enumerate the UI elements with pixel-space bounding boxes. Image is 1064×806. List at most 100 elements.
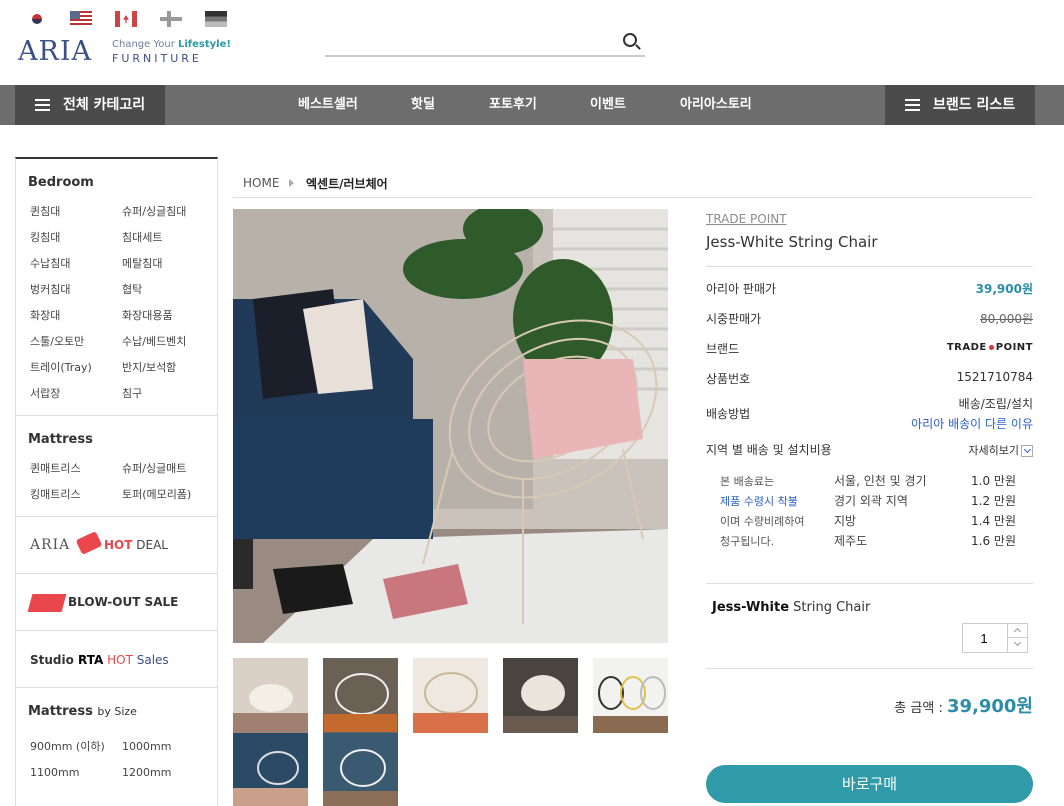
- fee-note: 이며 수량비례하여: [720, 515, 805, 528]
- sidebar-size-item[interactable]: 1200mm: [122, 760, 214, 786]
- total-price: 39,900원: [946, 696, 1033, 717]
- product-thumbnail[interactable]: [233, 658, 308, 733]
- category-sidebar: Bedroom 퀸침대 슈퍼/싱글침대 킹침대 침대세트 수납침대 메탈침대 벙커침대 협탁 화…: [15, 157, 218, 806]
- bedroom-title: Bedroom: [28, 175, 94, 190]
- sale-price: 39,900원: [975, 282, 1033, 296]
- sidebar-bedroom-item[interactable]: 반지/보석함: [122, 355, 214, 381]
- price-tag-icon: [27, 594, 67, 612]
- product-thumbnail[interactable]: [323, 733, 398, 806]
- delivery-label: 배송방법: [706, 407, 751, 421]
- brand-label: 브랜드: [706, 342, 740, 356]
- trade-point-logo[interactable]: TRADE POINT: [947, 342, 1033, 353]
- product-thumbnail-selected[interactable]: [323, 658, 398, 733]
- bedroom-list: 퀸침대 슈퍼/싱글침대 킹침대 침대세트 수납침대 메탈침대 벙커침대 협탁 화장대 화장대용품 스…: [16, 199, 217, 415]
- sidebar-bedroom-item[interactable]: 침대세트: [122, 225, 214, 251]
- sidebar-size-item[interactable]: 900mm (이하): [30, 734, 122, 760]
- product-thumbnail[interactable]: [593, 658, 668, 733]
- brand-list-button[interactable]: 브랜드 리스트: [885, 85, 1035, 125]
- size-list: 900mm (이하) 1000mm 1100mm 1200mm: [16, 734, 217, 794]
- sale-tag-icon: [75, 531, 103, 555]
- germany-flag-icon[interactable]: [205, 11, 227, 27]
- hamburger-menu-icon: [35, 99, 50, 111]
- product-thumbnail[interactable]: [233, 733, 308, 806]
- all-category-label: 전체 카테고리: [63, 97, 146, 113]
- product-code: 1521710784: [956, 370, 1033, 384]
- sidebar-bedroom-item[interactable]: 서랍장: [30, 381, 122, 407]
- fee-area: 제주도: [834, 534, 868, 548]
- sale-price-label: 아리아 판매가: [706, 282, 777, 296]
- quantity-stepper: [962, 623, 1028, 653]
- sidebar-size-item[interactable]: 1000mm: [122, 734, 214, 760]
- search-input[interactable]: [325, 27, 605, 55]
- studio-rta-banner[interactable]: Studio RTA HOT Sales: [16, 631, 217, 688]
- canada-flag-icon[interactable]: [115, 11, 137, 27]
- brand-list-label: 브랜드 리스트: [933, 97, 1016, 113]
- sidebar-bedroom-item[interactable]: 수납침대: [30, 251, 122, 277]
- nav-hotdeal[interactable]: 핫딜: [411, 85, 435, 125]
- sidebar-bedroom-item[interactable]: 침구: [122, 381, 214, 407]
- divider: [706, 668, 1033, 669]
- bedroom-section: Bedroom 퀸침대 슈퍼/싱글침대 킹침대 침대세트 수납침대 메탈침대 벙커침대 협탁 화…: [16, 159, 217, 416]
- sidebar-bedroom-item[interactable]: 수납/베드벤치: [122, 329, 214, 355]
- nav-event[interactable]: 이벤트: [590, 85, 626, 125]
- aria-hotdeal-banner[interactable]: ARIA HOT DEAL: [16, 517, 217, 574]
- fee-note: 청구됩니다.: [720, 535, 775, 548]
- sidebar-mattress-item[interactable]: 퀸매트리스: [30, 456, 122, 482]
- finland-flag-icon[interactable]: [160, 11, 182, 27]
- nav-photo-review[interactable]: 포토후기: [489, 85, 537, 125]
- sidebar-bedroom-item[interactable]: 벙커침대: [30, 277, 122, 303]
- sidebar-bedroom-item[interactable]: 슈퍼/싱글침대: [122, 199, 214, 225]
- brand-link[interactable]: TRADE POINT: [706, 212, 787, 226]
- quantity-down-icon[interactable]: [1007, 638, 1027, 652]
- total-amount: 총 금액 : 39,900원: [894, 692, 1033, 718]
- sidebar-bedroom-item[interactable]: 화장대: [30, 303, 122, 329]
- nav-bestseller[interactable]: 베스트셀러: [298, 85, 358, 125]
- banner-aria-logo: ARIA: [30, 537, 71, 553]
- fee-price: 1.6 만원: [971, 534, 1016, 548]
- product-code-label: 상품번호: [706, 372, 751, 386]
- sidebar-bedroom-item[interactable]: 메탈침대: [122, 251, 214, 277]
- fee-detail-button[interactable]: 자세히보기: [968, 442, 1033, 458]
- product-main-image[interactable]: [233, 209, 668, 643]
- search-icon[interactable]: [623, 33, 637, 47]
- sidebar-size-item[interactable]: 1100mm: [30, 760, 122, 786]
- korea-flag-icon[interactable]: [26, 11, 48, 27]
- buy-now-button[interactable]: 바로구매: [706, 765, 1033, 803]
- breadcrumb-current[interactable]: 엑센트/러브체어: [306, 175, 388, 192]
- fee-area: 서울, 인천 및 경기: [834, 474, 927, 488]
- sidebar-bedroom-item[interactable]: 트레이(Tray): [30, 355, 122, 381]
- fee-price: 1.4 만원: [971, 514, 1016, 528]
- logo-subtitle: FURNITURE: [112, 52, 202, 65]
- sidebar-bedroom-item[interactable]: 스툴/오토만: [30, 329, 122, 355]
- option-product-name: Jess-White String Chair: [712, 600, 871, 615]
- quantity-input[interactable]: [963, 624, 1005, 652]
- logo-mark: ARIA: [18, 36, 92, 67]
- fee-price: 1.0 만원: [971, 474, 1016, 488]
- mattress-section: Mattress 퀸매트리스 슈퍼/싱글매트 킹매트리스 토퍼(메모리폼): [16, 416, 217, 517]
- studio-rta-text: Studio RTA HOT Sales: [30, 653, 169, 667]
- fee-title: 지역 별 배송 및 설치비용: [706, 443, 832, 457]
- sidebar-mattress-item[interactable]: 토퍼(메모리폼): [122, 482, 214, 508]
- nav-aria-story[interactable]: 아리아스토리: [680, 85, 752, 125]
- breadcrumb-home[interactable]: HOME: [243, 176, 279, 190]
- product-thumbnail[interactable]: [413, 658, 488, 733]
- sidebar-bedroom-item[interactable]: 킹침대: [30, 225, 122, 251]
- all-category-button[interactable]: 전체 카테고리: [15, 85, 165, 125]
- aria-logo[interactable]: ARIA Change Your Lifestyle! FURNITURE: [18, 36, 231, 67]
- product-thumbnail[interactable]: [503, 658, 578, 733]
- breadcrumb: HOME 엑센트/러브체어: [233, 158, 1033, 198]
- fee-price: 1.2 만원: [971, 494, 1016, 508]
- market-price: 80,000원: [979, 312, 1033, 326]
- sidebar-bedroom-item[interactable]: 화장대용품: [122, 303, 214, 329]
- sidebar-mattress-item[interactable]: 킹매트리스: [30, 482, 122, 508]
- delivery-reason-link[interactable]: 아리아 배송이 다른 이유: [911, 415, 1033, 432]
- fee-note-highlight: 제품 수령시 착불: [720, 495, 798, 508]
- sidebar-mattress-item[interactable]: 슈퍼/싱글매트: [122, 456, 214, 482]
- usa-flag-icon[interactable]: [70, 11, 92, 27]
- logo-tagline: Change Your Lifestyle!: [112, 39, 231, 50]
- blowout-sale-banner[interactable]: BLOW-OUT SALE: [16, 574, 217, 631]
- sidebar-bedroom-item[interactable]: 협탁: [122, 277, 214, 303]
- hamburger-menu-icon: [905, 99, 920, 111]
- quantity-up-icon[interactable]: [1007, 624, 1027, 638]
- sidebar-bedroom-item[interactable]: 퀸침대: [30, 199, 122, 225]
